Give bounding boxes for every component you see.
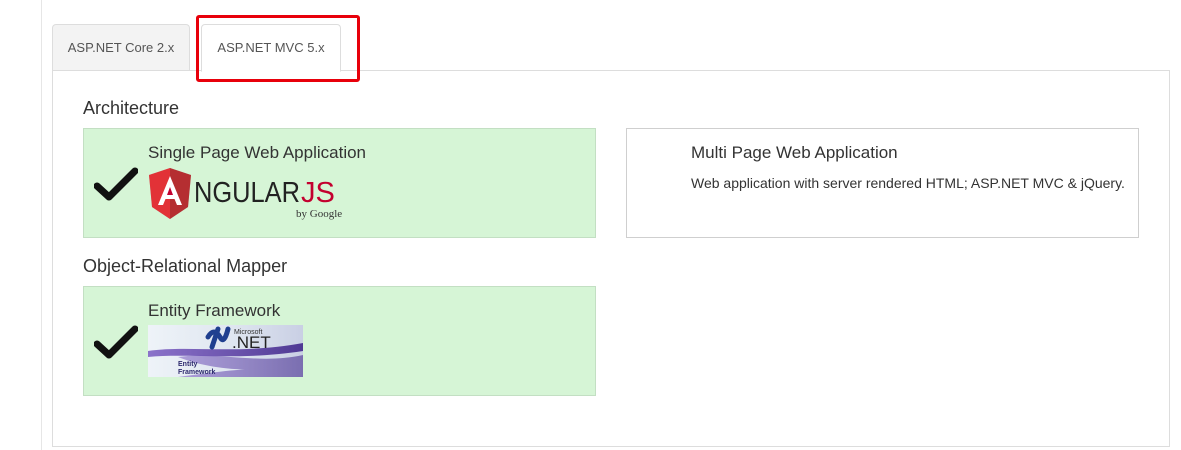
option-title: Entity Framework [148,301,281,320]
angular-wordmark: NGULAR [194,177,300,209]
orm-heading: Object-Relational Mapper [83,256,288,276]
ef-product-line-2: Framework [178,369,215,376]
tab-highlight-box [196,15,360,82]
architecture-heading: Architecture [83,98,180,118]
checkmark-icon [94,325,138,359]
dotnet-wordmark: .NET [232,333,271,352]
option-description: Web application with server rendered HTM… [691,175,1125,191]
angular-by-google: by Google [296,208,342,220]
option-title: Multi Page Web Application [691,143,898,162]
page-left-rule [41,0,42,450]
tab-aspnet-core[interactable]: ASP.NET Core 2.x [52,24,190,70]
dotnet-entity-framework-logo: Microsoft .NET Entity Framework [148,325,303,377]
option-entity-framework[interactable]: Entity Framework Microsoft .NET Entity F… [83,286,596,396]
option-single-page-app[interactable]: Single Page Web Application NGULAR JS by… [83,128,596,238]
ef-product-line-1: Entity [178,361,198,368]
angular-js-suffix: JS [301,177,335,209]
option-multi-page-app[interactable]: Multi Page Web Application Web applicati… [626,128,1139,238]
option-title: Single Page Web Application [148,143,367,162]
checkmark-icon [94,167,138,201]
angularjs-logo: NGULAR JS by Google [149,168,342,220]
